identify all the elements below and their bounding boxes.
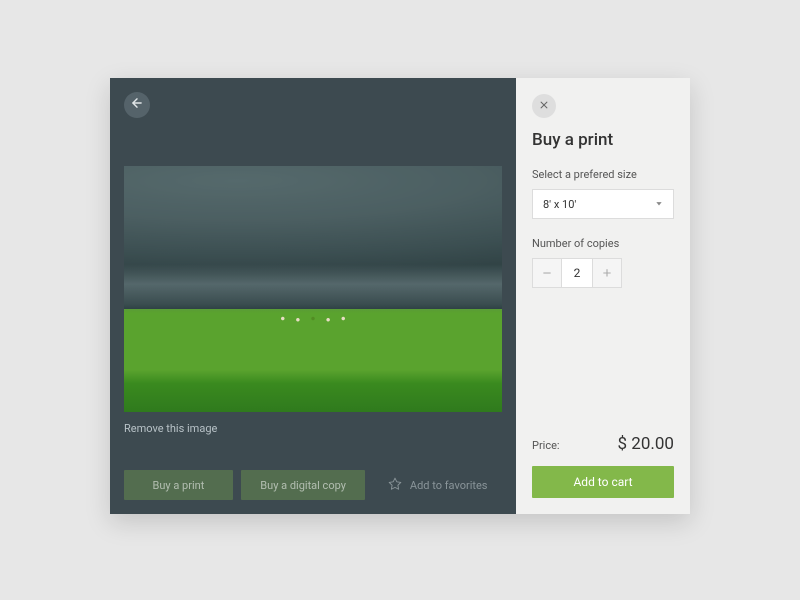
close-icon [539,99,549,114]
size-select-value: 8' x 10' [543,198,576,211]
copies-label: Number of copies [532,237,674,250]
buy-print-button[interactable]: Buy a print [124,470,233,500]
price-value: $ 20.00 [618,434,674,454]
add-to-cart-button[interactable]: Add to cart [532,466,674,498]
add-favorite-button[interactable]: Add to favorites [373,470,502,500]
star-icon [388,477,402,494]
quantity-stepper: − 2 + [532,258,622,288]
purchase-modal: Remove this image Buy a print Buy a digi… [110,78,690,514]
price-row: Price: $ 20.00 [532,434,674,454]
price-label: Price: [532,439,560,452]
chevron-down-icon [655,198,663,211]
add-favorite-label: Add to favorites [410,479,488,492]
quantity-value: 2 [562,258,592,288]
quantity-decrement[interactable]: − [532,258,562,288]
close-button[interactable] [532,94,556,118]
preview-image [124,166,502,412]
arrow-left-icon [130,96,144,114]
size-label: Select a prefered size [532,168,674,181]
buy-digital-button[interactable]: Buy a digital copy [241,470,366,500]
quantity-increment[interactable]: + [592,258,622,288]
minus-icon: − [543,265,552,282]
preview-area: Remove this image [124,166,502,456]
remove-image-link[interactable]: Remove this image [124,422,217,435]
purchase-panel: Buy a print Select a prefered size 8' x … [516,78,690,514]
plus-icon: + [603,265,612,282]
image-viewer-pane: Remove this image Buy a print Buy a digi… [110,78,516,514]
size-select[interactable]: 8' x 10' [532,189,674,219]
panel-title: Buy a print [532,130,674,150]
viewer-action-row: Buy a print Buy a digital copy Add to fa… [124,456,502,500]
back-button[interactable] [124,92,150,118]
